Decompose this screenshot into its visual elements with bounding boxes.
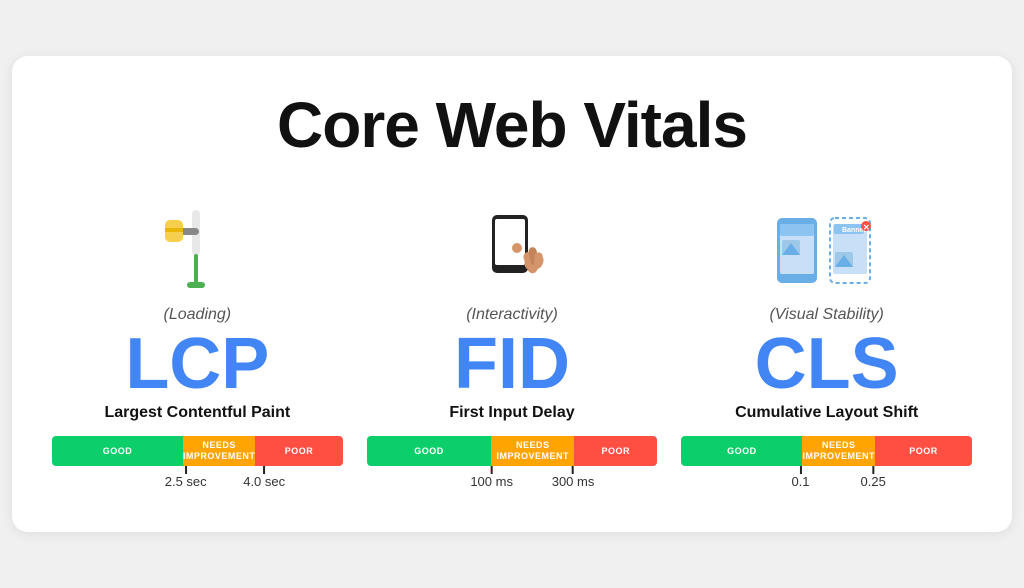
fid-icon — [462, 210, 562, 300]
page-title: Core Web Vitals — [52, 88, 972, 162]
fid-ticks: 100 ms 300 ms — [367, 466, 658, 496]
cls-tick1: 0.1 — [791, 466, 809, 489]
lcp-bar-container: GOOD NEEDS IMPROVEMENT POOR 2.5 sec — [52, 436, 343, 496]
vital-col-fid: (Interactivity) FID First Input Delay GO… — [367, 190, 658, 496]
cls-bar-container: GOOD NEEDS IMPROVEMENT POOR 0.1 — [681, 436, 972, 496]
main-card: Core Web Vitals — [12, 56, 1012, 532]
cls-poor-segment: POOR — [875, 436, 972, 466]
lcp-category: (Loading) — [164, 306, 232, 324]
fid-bar-container: GOOD NEEDS IMPROVEMENT POOR 100 ms — [367, 436, 658, 496]
lcp-icon — [157, 210, 237, 300]
fid-needs-segment: NEEDS IMPROVEMENT — [491, 436, 574, 466]
cls-tick2-value: 0.25 — [861, 474, 886, 489]
cls-tick2: 0.25 — [861, 466, 886, 489]
fid-full: First Input Delay — [449, 404, 574, 422]
cls-bar: GOOD NEEDS IMPROVEMENT POOR — [681, 436, 972, 466]
cls-category: (Visual Stability) — [769, 306, 883, 324]
cls-needs-label: NEEDS IMPROVEMENT — [803, 440, 876, 462]
fid-poor-segment: POOR — [574, 436, 657, 466]
lcp-good-segment: GOOD — [52, 436, 183, 466]
lcp-poor-segment: POOR — [255, 436, 342, 466]
lcp-icon-area — [157, 190, 237, 300]
vital-col-cls: Banner ✕ 👆 (Visual Stability) CLS Cumula… — [681, 190, 972, 496]
fid-poor-label: POOR — [602, 446, 631, 457]
fid-needs-label: NEEDS IMPROVEMENT — [497, 440, 570, 462]
lcp-ticks: 2.5 sec 4.0 sec — [52, 466, 343, 496]
lcp-good-label: GOOD — [103, 446, 133, 457]
vitals-grid: (Loading) LCP Largest Contentful Paint G… — [52, 190, 972, 496]
lcp-poor-label: POOR — [285, 446, 314, 457]
lcp-tick1: 2.5 sec — [165, 466, 207, 489]
cls-icon-area: Banner ✕ 👆 — [772, 190, 882, 300]
fid-tick2-value: 300 ms — [552, 474, 595, 489]
fid-tick1: 100 ms — [470, 466, 513, 489]
lcp-needs-segment: NEEDS IMPROVEMENT — [183, 436, 256, 466]
vital-col-lcp: (Loading) LCP Largest Contentful Paint G… — [52, 190, 343, 496]
fid-bar: GOOD NEEDS IMPROVEMENT POOR — [367, 436, 658, 466]
fid-tick2: 300 ms — [552, 466, 595, 489]
cls-needs-segment: NEEDS IMPROVEMENT — [802, 436, 875, 466]
cls-poor-label: POOR — [909, 446, 938, 457]
svg-text:✕: ✕ — [863, 223, 870, 232]
lcp-tick2: 4.0 sec — [243, 466, 285, 489]
cls-ticks: 0.1 0.25 — [681, 466, 972, 496]
lcp-tick1-value: 2.5 sec — [165, 474, 207, 489]
lcp-needs-label: NEEDS IMPROVEMENT — [183, 440, 256, 462]
lcp-bar: GOOD NEEDS IMPROVEMENT POOR — [52, 436, 343, 466]
lcp-tick2-value: 4.0 sec — [243, 474, 285, 489]
fid-abbr: FID — [454, 328, 570, 400]
cls-tick1-value: 0.1 — [791, 474, 809, 489]
fid-good-label: GOOD — [414, 446, 444, 457]
fid-icon-area — [462, 190, 562, 300]
cls-icon: Banner ✕ 👆 — [772, 210, 882, 300]
lcp-full: Largest Contentful Paint — [104, 404, 290, 422]
fid-good-segment: GOOD — [367, 436, 492, 466]
cls-full: Cumulative Layout Shift — [735, 404, 918, 422]
cls-good-segment: GOOD — [681, 436, 802, 466]
fid-tick1-value: 100 ms — [470, 474, 513, 489]
lcp-abbr: LCP — [125, 328, 269, 400]
cls-good-label: GOOD — [727, 446, 757, 457]
fid-category: (Interactivity) — [466, 306, 558, 324]
cls-abbr: CLS — [755, 328, 899, 400]
